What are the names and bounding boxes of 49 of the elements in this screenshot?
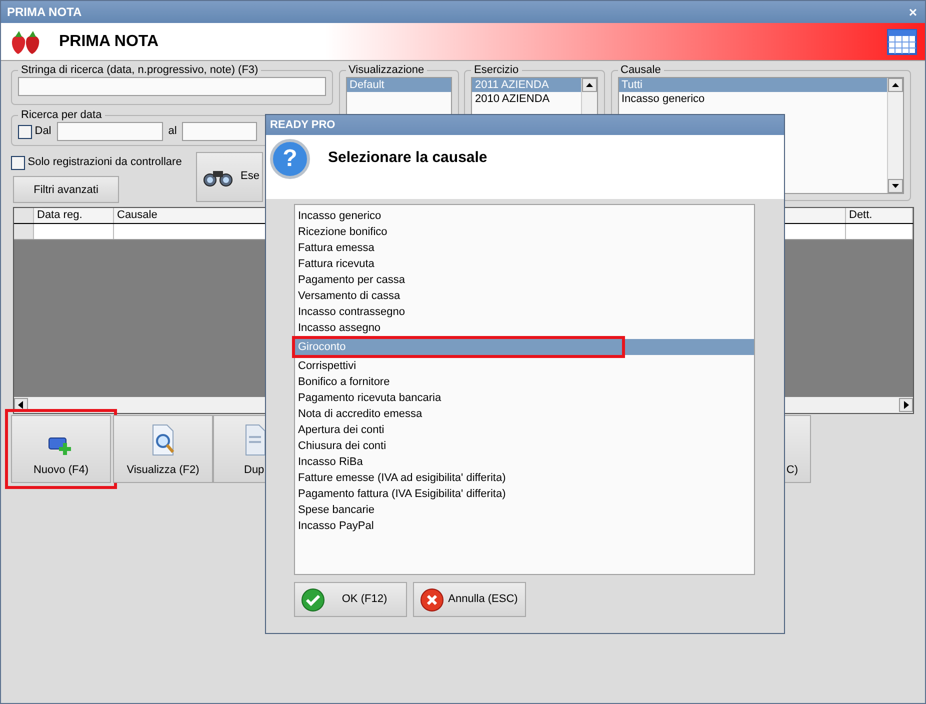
search-button[interactable]: Ese: [196, 152, 263, 202]
list-item[interactable]: Bonifico a fornitore: [295, 374, 754, 390]
date-field[interactable]: [56, 122, 163, 141]
table-cell: [14, 224, 34, 240]
dialog-message: Selezionare la causale: [328, 148, 488, 168]
field-label: al: [168, 124, 177, 140]
toolbar-button[interactable]: Visualizza (F2): [113, 415, 213, 484]
list-item[interactable]: Incasso PayPal: [295, 518, 754, 534]
cancel-button[interactable]: Annulla (ESC): [412, 582, 526, 617]
group-label: Stringa di ricerca (data, n.progressivo, note) (F3): [20, 63, 260, 77]
window-title: PRIMA NOTA: [7, 4, 82, 21]
list-item[interactable]: Pagamento ricevuta bancaria: [295, 390, 754, 406]
calendar-icon: [887, 28, 917, 54]
close-icon: [420, 588, 444, 612]
group-label: Esercizio: [473, 63, 520, 77]
list-item[interactable]: Incasso contrassegno: [295, 304, 754, 320]
list-item[interactable]: 2010 AZIENDA: [472, 92, 581, 106]
group-label: Ricerca per data: [20, 108, 103, 122]
column-header[interactable]: Data reg.: [34, 208, 114, 224]
checkbox-label: Solo registrazioni da controllare: [28, 155, 182, 170]
list-item[interactable]: Fattura emessa: [295, 240, 754, 256]
group-label: Visualizzazione: [348, 63, 426, 77]
list-item[interactable]: Corrispettivi: [295, 358, 754, 374]
scrollbar[interactable]: [886, 78, 902, 193]
list-item[interactable]: Pagamento per cassa: [295, 272, 754, 288]
question-icon: ?: [270, 139, 310, 179]
page-title: PRIMA NOTA: [59, 32, 160, 52]
list-item[interactable]: Incasso generico: [618, 92, 886, 106]
toolbar-button[interactable]: Nuovo (F4): [11, 415, 111, 484]
list-item[interactable]: Fattura ricevuta: [295, 256, 754, 272]
filter-button[interactable]: Filtri avanzati: [13, 176, 119, 204]
checkbox-label: Dal: [34, 124, 52, 140]
list-item[interactable]: Incasso assegno: [295, 320, 754, 336]
list-item[interactable]: Versamento di cassa: [295, 288, 754, 304]
date-field[interactable]: [182, 122, 258, 141]
check-icon: [301, 588, 325, 612]
list-item[interactable]: Spese bancarie: [295, 502, 754, 518]
column-header[interactable]: Dett.: [846, 208, 913, 224]
document-icon: [244, 424, 266, 456]
list-item[interactable]: Incasso generico: [295, 208, 754, 224]
row-header: [14, 208, 34, 224]
ok-button[interactable]: OK (F12): [294, 582, 407, 617]
document-magnifier-icon: [150, 424, 176, 456]
checkbox[interactable]: [11, 156, 25, 170]
checkbox[interactable]: [18, 124, 32, 138]
search-field[interactable]: [18, 77, 326, 96]
group-label: Causale: [620, 63, 662, 77]
dialog-title: READY PRO: [266, 115, 784, 135]
list-item[interactable]: Pagamento fattura (IVA Esigibilita' differita): [295, 486, 754, 502]
